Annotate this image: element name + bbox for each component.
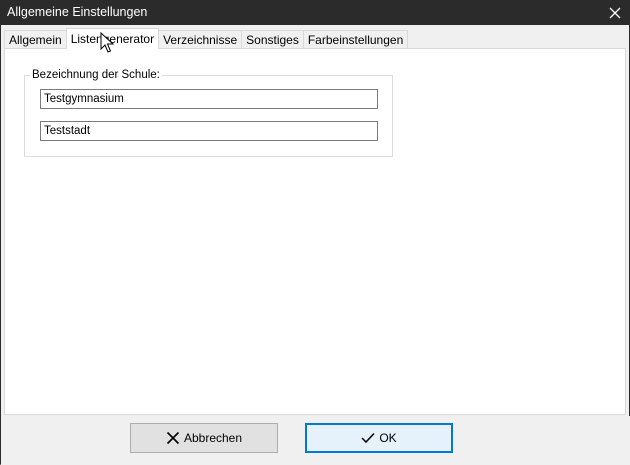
tab-label: Listengenerator [70, 32, 155, 46]
cancel-button[interactable]: Abbrechen [130, 423, 278, 453]
title-bar[interactable]: Allgemeine Einstellungen [1, 0, 630, 25]
close-icon [609, 7, 621, 18]
x-icon [166, 431, 180, 445]
groupbox-legend: Bezeichnung der Schule: [30, 69, 162, 81]
ok-button-label: OK [379, 431, 397, 445]
tab-label: Verzeichnisse [163, 33, 238, 47]
checkmark-icon [361, 432, 375, 444]
tab-label: Allgemein [9, 33, 62, 47]
tab-listengenerator[interactable]: Listengenerator [65, 28, 160, 49]
tab-label: Sonstiges [246, 33, 299, 47]
tab-farbeinstellungen[interactable]: Farbeinstellungen [302, 30, 409, 49]
ok-button[interactable]: OK [305, 423, 453, 453]
school-name-groupbox: Bezeichnung der Schule: Testgymnasium Te… [24, 69, 393, 157]
tab-strip: Allgemein Listengenerator Verzeichnisse … [4, 28, 409, 49]
window-title: Allgemeine Einstellungen [7, 5, 148, 19]
tab-panel: Bezeichnung der Schule: Testgymnasium Te… [4, 48, 626, 415]
tab-allgemein[interactable]: Allgemein [4, 30, 67, 49]
dialog-footer: Abbrechen OK [1, 416, 630, 465]
settings-dialog: Allgemeine Einstellungen Allgemein Liste… [0, 0, 630, 465]
cancel-button-label: Abbrechen [183, 431, 243, 445]
tab-sonstiges[interactable]: Sonstiges [241, 30, 304, 49]
school-city-field[interactable]: Teststadt [40, 121, 378, 141]
close-button[interactable] [599, 0, 630, 25]
school-name-field[interactable]: Testgymnasium [40, 89, 378, 109]
tab-verzeichnisse[interactable]: Verzeichnisse [158, 30, 243, 49]
tab-label: Farbeinstellungen [307, 33, 404, 47]
